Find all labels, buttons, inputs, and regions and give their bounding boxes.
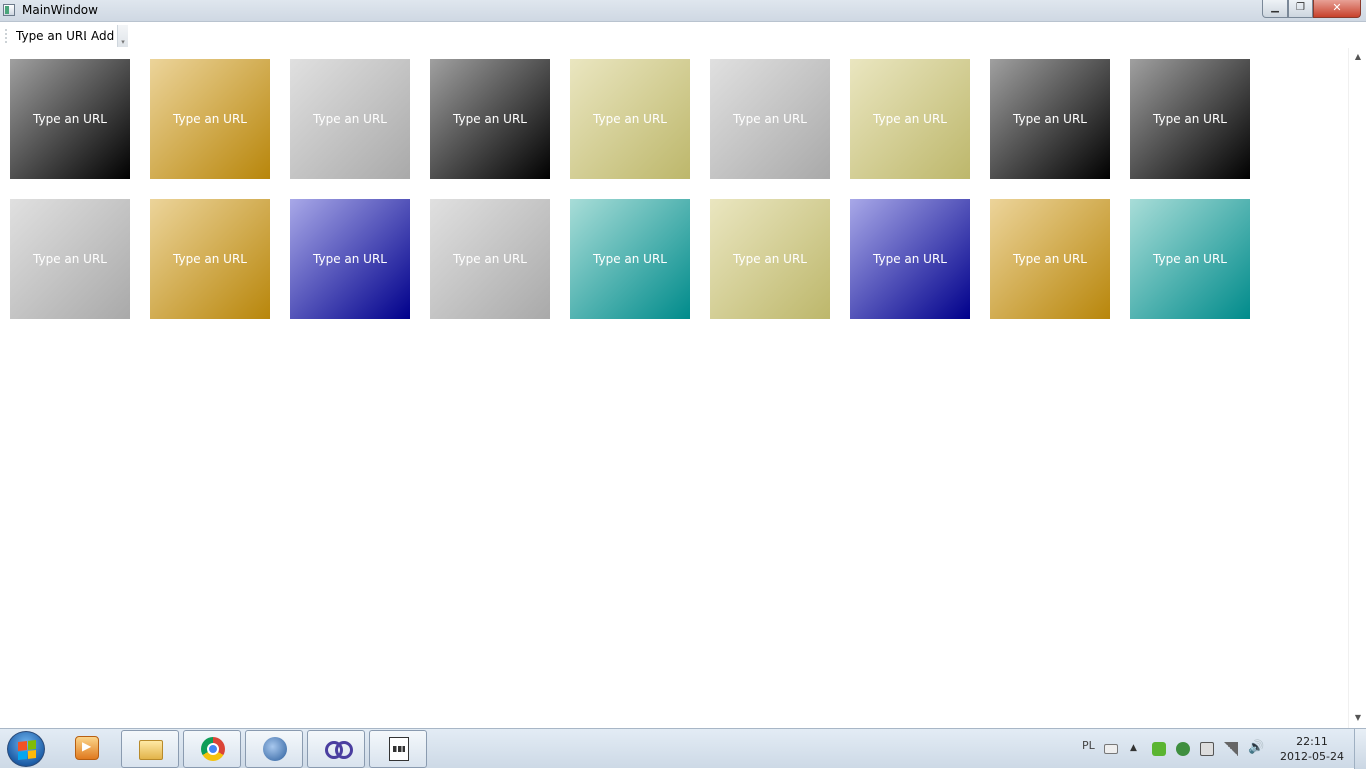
window-title: MainWindow: [22, 3, 98, 17]
url-tile[interactable]: Type an URL: [150, 199, 270, 319]
maximize-button[interactable]: ❐: [1288, 0, 1313, 18]
show-desktop-button[interactable]: [1354, 729, 1366, 769]
url-tile[interactable]: Type an URL: [150, 59, 270, 179]
taskbar-file-explorer[interactable]: [121, 730, 179, 768]
scroll-down-arrow-icon[interactable]: ▼: [1353, 713, 1363, 723]
minimize-button[interactable]: ▁: [1262, 0, 1288, 18]
volume-icon[interactable]: 🔊: [1248, 740, 1264, 755]
security-shield-icon[interactable]: [1152, 742, 1166, 756]
taskbar-visual-studio[interactable]: [307, 730, 365, 768]
app-icon[interactable]: [3, 4, 15, 16]
chrome-icon: [201, 737, 225, 761]
start-button[interactable]: [7, 731, 45, 767]
show-hidden-icons-icon[interactable]: ▲: [1130, 743, 1144, 757]
clock[interactable]: 22:11 2012-05-24: [1277, 734, 1347, 764]
taskbar-media-player[interactable]: [58, 730, 116, 768]
visual-studio-icon: [325, 741, 353, 759]
media-player-icon: [75, 736, 99, 760]
toolbar-grip[interactable]: [5, 28, 7, 43]
url-tile[interactable]: Type an URL: [1130, 199, 1250, 319]
url-input[interactable]: [10, 27, 86, 45]
url-tile[interactable]: Type an URL: [1130, 59, 1250, 179]
url-tile[interactable]: Type an URL: [990, 199, 1110, 319]
toolbar: Add ▾: [0, 23, 1366, 48]
tray-app-icon[interactable]: [1176, 742, 1190, 756]
url-tile[interactable]: Type an URL: [710, 199, 830, 319]
url-tile[interactable]: Type an URL: [290, 199, 410, 319]
taskbar-thunderbird[interactable]: [245, 730, 303, 768]
scroll-up-arrow-icon[interactable]: ▲: [1353, 52, 1363, 62]
folder-icon: [139, 740, 163, 760]
clock-time: 22:11: [1296, 735, 1328, 748]
url-tile[interactable]: Type an URL: [850, 59, 970, 179]
taskbar-document-app[interactable]: [369, 730, 427, 768]
url-tile[interactable]: Type an URL: [850, 199, 970, 319]
url-tile[interactable]: Type an URL: [10, 199, 130, 319]
vertical-scrollbar[interactable]: ▲ ▼: [1348, 48, 1366, 728]
url-tile[interactable]: Type an URL: [570, 59, 690, 179]
document-icon: [389, 737, 409, 761]
url-tile[interactable]: Type an URL: [710, 59, 830, 179]
network-signal-icon[interactable]: [1224, 742, 1238, 756]
keyboard-icon[interactable]: [1104, 744, 1118, 754]
url-tile[interactable]: Type an URL: [290, 59, 410, 179]
add-button[interactable]: Add: [88, 27, 117, 45]
windows-logo-icon: [18, 740, 36, 760]
thunderbird-icon: [263, 737, 287, 761]
title-bar: MainWindow ▁ ❐ ✕: [0, 0, 1366, 22]
taskbar: PL ▲ 🔊 22:11 2012-05-24: [0, 728, 1366, 769]
url-tile[interactable]: Type an URL: [10, 59, 130, 179]
clock-date: 2012-05-24: [1280, 750, 1344, 763]
power-plug-icon[interactable]: [1200, 742, 1214, 756]
close-button[interactable]: ✕: [1313, 0, 1361, 18]
system-tray: PL ▲ 🔊 22:11 2012-05-24: [1052, 729, 1354, 769]
url-tile[interactable]: Type an URL: [570, 199, 690, 319]
toolbar-overflow-button[interactable]: ▾: [117, 25, 128, 47]
url-tile[interactable]: Type an URL: [990, 59, 1110, 179]
url-tile[interactable]: Type an URL: [430, 199, 550, 319]
url-tile[interactable]: Type an URL: [430, 59, 550, 179]
taskbar-chrome[interactable]: [183, 730, 241, 768]
content-area: Type an URL Type an URL Type an URL Type an…: [0, 48, 1348, 728]
language-indicator[interactable]: PL: [1082, 739, 1095, 752]
